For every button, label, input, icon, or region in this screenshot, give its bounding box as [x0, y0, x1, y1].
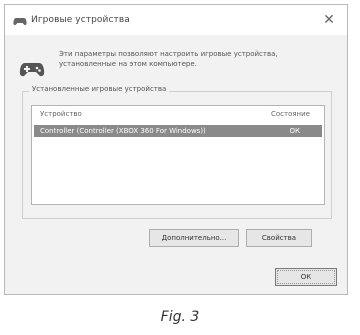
device-row[interactable]: Controller (Controller (XBOX 360 For Win… — [34, 125, 322, 137]
device-list[interactable]: Устройство Состояние Controller (Control… — [31, 105, 325, 205]
gamepad-icon — [13, 18, 27, 26]
properties-button[interactable]: Свойства — [246, 229, 312, 247]
title-bar[interactable]: Игровые устройства ✕ — [5, 5, 347, 35]
ok-button[interactable]: ОК — [275, 268, 337, 286]
list-header: Устройство Состояние — [32, 106, 324, 122]
close-icon: ✕ — [323, 12, 335, 28]
group-label: Установленные игровые устройства — [29, 85, 170, 93]
window-title: Игровые устройства — [31, 15, 130, 25]
device-name: Controller (Controller (XBOX 360 For Win… — [40, 127, 206, 135]
installed-devices-group: Установленные игровые устройства Устройс… — [22, 85, 332, 219]
device-status: ОК — [289, 127, 300, 135]
figure-caption: Fig. 3 — [160, 309, 200, 325]
info-text: Эти параметры позволяют настроить игровы… — [59, 50, 278, 68]
column-header-device[interactable]: Устройство — [40, 110, 82, 118]
ok-button-label: ОК — [277, 270, 335, 284]
close-button[interactable]: ✕ — [317, 10, 341, 30]
game-controllers-dialog: Игровые устройства ✕ Эти параметры позво… — [4, 4, 348, 295]
column-header-status[interactable]: Состояние — [271, 110, 310, 118]
advanced-button[interactable]: Дополнительно... — [149, 229, 239, 247]
gamepad-icon — [19, 63, 45, 77]
